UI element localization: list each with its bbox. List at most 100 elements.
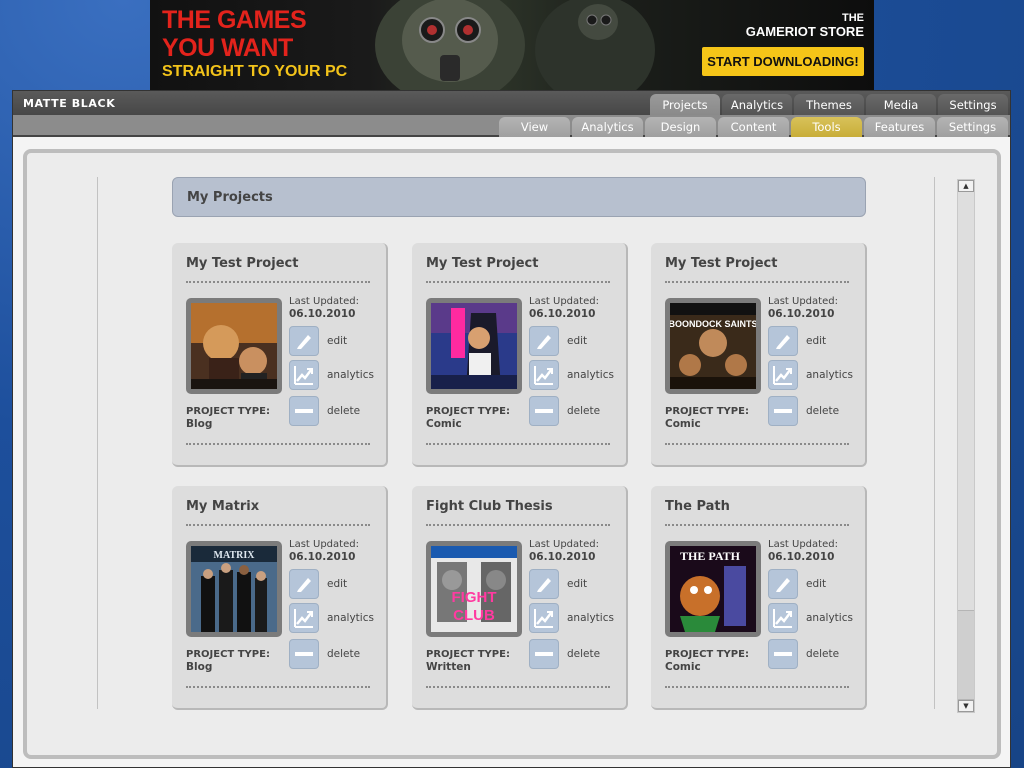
edit-label: edit [806,335,827,347]
subtab-features[interactable]: Features [864,117,935,137]
project-thumbnail[interactable]: FIGHT CLUB [426,541,522,637]
project-type-label: PROJECT TYPE: [665,649,749,660]
last-updated-date: 06.10.2010 [529,551,596,563]
project-title[interactable]: My Matrix [186,499,259,514]
last-updated-date: 06.10.2010 [768,551,835,563]
pencil-icon [768,326,798,356]
pencil-icon [768,569,798,599]
scroll-down-icon[interactable]: ▼ [958,700,974,712]
delete-button[interactable]: delete [529,396,600,426]
last-updated-label: Last Updated: [768,296,838,307]
thumbnail-image [191,303,277,389]
analytics-label: analytics [567,369,614,381]
thumbnail-title-text: THE PATH [680,549,741,563]
pencil-icon [529,569,559,599]
project-card: My Test Project Last Updated: 06.10.2010… [172,243,388,467]
subtab-view[interactable]: View [499,117,570,137]
pencil-icon [289,569,319,599]
edit-label: edit [806,578,827,590]
project-type-value: Comic [426,418,462,430]
project-type-value: Blog [186,418,213,430]
chart-icon [289,360,319,390]
divider [186,443,370,445]
divider-left [97,177,98,709]
thumbnail-title-text: FIGHT [452,589,497,606]
delete-label: delete [327,648,361,660]
last-updated-date: 06.10.2010 [289,308,356,320]
analytics-button[interactable]: analytics [529,603,614,633]
project-thumbnail[interactable]: MATRIX [186,541,282,637]
last-updated-date: 06.10.2010 [768,308,835,320]
thumbnail-title-text: BOONDOCK SAINTS [670,319,756,329]
project-thumbnail[interactable] [426,298,522,394]
section-header: My Projects [172,177,866,217]
project-title[interactable]: My Test Project [426,256,538,271]
chart-icon [289,603,319,633]
project-title[interactable]: My Test Project [665,256,777,271]
subtab-design[interactable]: Design [645,117,716,137]
thumbnail-image: THE PATH [670,546,756,632]
tab-media[interactable]: Media [866,94,936,115]
project-title[interactable]: My Test Project [186,256,298,271]
tab-analytics[interactable]: Analytics [722,94,792,115]
divider [426,443,610,445]
tab-settings[interactable]: Settings [938,94,1008,115]
divider [186,686,370,688]
analytics-button[interactable]: analytics [768,603,853,633]
edit-button[interactable]: edit [529,326,587,356]
tab-themes[interactable]: Themes [794,94,864,115]
delete-button[interactable]: delete [289,396,360,426]
analytics-button[interactable]: analytics [289,603,374,633]
analytics-label: analytics [327,612,374,624]
divider [665,443,849,445]
delete-label: delete [567,405,601,417]
pencil-icon [289,326,319,356]
project-card: My Matrix MATRIX Last Updated: 06.10.201… [172,486,388,710]
minus-icon [768,639,798,669]
delete-button[interactable]: delete [529,639,600,669]
scrollbar-thumb[interactable] [958,610,974,700]
ad-banner[interactable]: THE GAMES YOU WANT STRAIGHT TO YOUR PC T… [150,0,874,90]
analytics-label: analytics [567,612,614,624]
delete-button[interactable]: delete [289,639,360,669]
divider [426,686,610,688]
chart-icon [529,603,559,633]
pencil-icon [529,326,559,356]
edit-button[interactable]: edit [289,326,347,356]
project-title[interactable]: The Path [665,499,730,514]
delete-button[interactable]: delete [768,639,839,669]
project-card: The Path THE PATH Last Updated: 06.10.20… [651,486,867,710]
vertical-scrollbar[interactable]: ▲ ▼ [957,179,975,713]
chart-icon [768,360,798,390]
delete-button[interactable]: delete [768,396,839,426]
project-title[interactable]: Fight Club Thesis [426,499,553,514]
minus-icon [529,639,559,669]
delete-label: delete [567,648,601,660]
analytics-button[interactable]: analytics [529,360,614,390]
thumbnail-image [431,303,517,389]
edit-button[interactable]: edit [768,326,826,356]
project-type-label: PROJECT TYPE: [426,406,510,417]
edit-button[interactable]: edit [529,569,587,599]
main-tabs: Projects Analytics Themes Media Settings [650,94,1008,115]
project-thumbnail[interactable]: THE PATH [665,541,761,637]
tab-projects[interactable]: Projects [650,94,720,115]
thumbnail-title-text: MATRIX [214,550,256,561]
edit-button[interactable]: edit [289,569,347,599]
project-type-label: PROJECT TYPE: [426,649,510,660]
minus-icon [289,639,319,669]
last-updated-label: Last Updated: [529,539,599,550]
project-thumbnail[interactable] [186,298,282,394]
scroll-up-icon[interactable]: ▲ [958,180,974,192]
subtab-tools[interactable]: Tools [791,117,862,137]
start-downloading-button[interactable]: START DOWNLOADING! [702,47,864,76]
edit-button[interactable]: edit [768,569,826,599]
subtab-analytics[interactable]: Analytics [572,117,643,137]
subtab-settings[interactable]: Settings [937,117,1008,137]
project-thumbnail[interactable]: BOONDOCK SAINTS [665,298,761,394]
subtab-content[interactable]: Content [718,117,789,137]
analytics-button[interactable]: analytics [768,360,853,390]
analytics-button[interactable]: analytics [289,360,374,390]
project-card: Fight Club Thesis FIGHT CLUB Last Update… [412,486,628,710]
analytics-label: analytics [327,369,374,381]
